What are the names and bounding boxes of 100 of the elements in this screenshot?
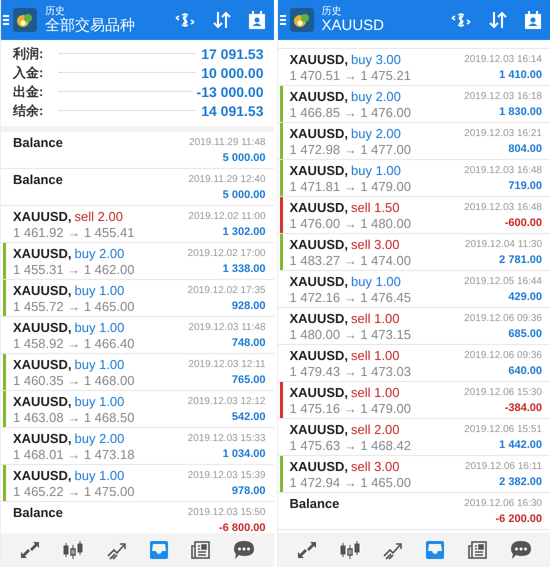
timestamp: 2019.12.05 16:44 [464,275,542,289]
price-range: 1 470.51 → 1 475.21 [290,68,411,84]
inbox-icon[interactable] [424,540,446,560]
timestamp: 2019.12.03 16:48 [464,201,542,215]
price-range: 1 468.01 → 1 473.18 [13,447,134,463]
profit-value: 685.00 [508,327,542,341]
symbol-label: XAUUSD, [290,200,348,216]
chat-bubble-icon[interactable] [510,540,532,560]
profit-value: 1 338.00 [222,262,266,276]
inbox-icon[interactable] [148,540,170,560]
history-row[interactable]: XAUUSD, buy 1.00 1 455.72 → 1 465.00 2019.12.02 17:35 928.00 [1,280,274,317]
order-type: buy 3.00 [351,52,401,68]
currency-exchange-icon[interactable] [174,11,196,29]
summary-value: -13 000.00 [196,84,264,100]
profit-value: -384.00 [504,401,542,415]
balance-label: Balance [13,172,63,188]
history-row[interactable]: XAUUSD, buy 1.00 1 463.08 → 1 468.50 2019.12.03 12:12 542.00 [1,391,274,428]
trade-arrows-icon[interactable] [296,540,318,560]
history-row[interactable]: XAUUSD, buy 2.00 1 472.98 → 1 477.00 2019.12.03 16:21 804.00 [278,123,550,160]
price-range: 1 479.43 → 1 473.03 [290,364,411,380]
symbol-label: XAUUSD, [13,394,72,410]
sort-icon[interactable] [212,11,232,29]
symbol-label: XAUUSD, [290,89,348,105]
profit-value: -6 200.00 [496,512,542,526]
newspaper-icon[interactable] [190,540,212,560]
history-row[interactable]: XAUUSD, sell 2.00 1 461.92 → 1 455.41 2019.12.02 11:00 1 302.00 [1,206,274,243]
balance-label: Balance [13,135,63,151]
menu-icon[interactable] [3,14,9,26]
profit-value: 804.00 [508,142,542,156]
timestamp: 2019.11.29 12:40 [188,173,266,187]
history-row[interactable]: Balance 2019.12.06 16:30 -6 200.00 [278,493,550,530]
order-type: buy 2.00 [74,431,124,447]
chat-bubble-icon[interactable] [233,540,256,560]
profit-value: 1 302.00 [222,225,266,239]
symbol-filter[interactable]: 全部交易品种 [45,17,158,34]
calendar-person-icon[interactable] [524,11,542,29]
symbol-label: XAUUSD, [13,283,72,299]
history-row[interactable]: XAUUSD, buy 2.00 1 466.85 → 1 476.00 2019.12.03 16:18 1 830.00 [278,86,550,123]
symbol-label: XAUUSD, [13,468,72,484]
history-row[interactable]: Balance 2019.11.29 11:48 5 000.00 [1,132,274,169]
timestamp: 2019.12.02 11:00 [188,210,266,224]
history-row[interactable]: XAUUSD, buy 2.00 1 468.01 → 1 473.18 2019.12.03 15:33 1 034.00 [1,428,274,465]
order-type: sell 1.00 [351,348,400,364]
order-type: buy 2.00 [351,126,401,142]
balance-label: Balance [290,496,340,512]
history-row[interactable]: XAUUSD, sell 3.00 1 483.27 → 1 474.00 2019.12.04 11:30 2 781.00 [278,234,550,271]
timestamp: 2019.12.03 12:11 [188,358,266,372]
price-range: 1 475.63 → 1 468.42 [290,438,411,454]
timestamp: 2019.12.06 15:30 [464,386,542,400]
summary-label: 利润: [13,44,44,62]
price-range: 1 480.00 → 1 473.15 [290,327,411,343]
history-row[interactable]: XAUUSD, sell 1.00 1 480.00 → 1 473.15 2019.12.06 09:36 685.00 [278,308,550,345]
timestamp: 2019.12.06 09:36 [464,312,542,326]
sort-icon[interactable] [488,11,508,29]
history-row[interactable]: Balance 2019.11.29 12:40 5 000.00 [1,169,274,206]
candlestick-icon[interactable] [62,540,84,560]
profit-value: 1 442.00 [499,438,542,452]
history-row[interactable]: XAUUSD, buy 1.00 1 472.16 → 1 476.45 2019.12.05 16:44 429.00 [278,271,550,308]
history-row[interactable]: XAUUSD, buy 2.00 1 455.31 → 1 462.00 2019.12.02 17:00 1 338.00 [1,243,274,280]
history-row[interactable]: XAUUSD, sell 1.50 1 476.00 → 1 480.00 2019.12.03 16:48 -600.00 [278,197,550,234]
screen-title: 历史 [45,6,66,18]
history-row[interactable]: XAUUSD, buy 3.00 1 470.51 → 1 475.21 2019.12.03 16:14 1 410.00 [278,49,550,86]
summary-value: 10 000.00 [201,64,264,80]
app-logo-icon [13,8,37,32]
symbol-label: XAUUSD, [290,274,348,290]
calendar-person-icon[interactable] [248,11,266,29]
history-row[interactable]: XAUUSD, buy 1.00 1 471.81 → 1 479.00 2019.12.03 16:48 719.00 [278,160,550,197]
profit-value: 640.00 [508,364,542,378]
trade-arrows-icon[interactable] [19,540,42,560]
newspaper-icon[interactable] [466,540,489,560]
symbol-label: XAUUSD, [13,357,72,373]
history-row[interactable]: XAUUSD, sell 1.00 1 475.16 → 1 479.00 2019.12.06 15:30 -384.00 [278,382,550,419]
timestamp: 2019.12.03 16:48 [464,164,542,178]
symbol-label: XAUUSD, [290,126,348,142]
menu-icon[interactable] [280,14,286,26]
symbol-label: XAUUSD, [290,422,348,438]
profit-value: 542.00 [232,410,266,424]
history-row[interactable]: XAUUSD, sell 1.00 1 479.43 → 1 473.03 2019.12.06 09:36 640.00 [278,345,550,382]
history-row[interactable]: XAUUSD, buy 1.00 1 460.35 → 1 468.00 2019.12.03 12:11 765.00 [1,354,274,391]
trend-chart-icon[interactable] [104,540,127,560]
candlestick-icon[interactable] [338,540,361,560]
timestamp: 2019.12.02 17:35 [188,284,266,298]
history-row[interactable]: XAUUSD, sell 3.00 1 472.94 → 1 465.00 2019.12.06 16:11 2 382.00 [278,456,550,493]
price-range: 1 472.98 → 1 477.00 [290,142,411,158]
order-type: buy 1.00 [74,357,124,373]
profit-value: 2 382.00 [499,475,542,489]
timestamp: 2019.12.06 16:30 [464,497,542,511]
profit-value: 978.00 [232,484,266,498]
history-row[interactable]: XAUUSD, sell 2.00 1 475.63 → 1 468.42 2019.12.06 15:51 1 442.00 [278,419,550,456]
history-row[interactable]: XAUUSD, buy 1.00 1 465.22 → 1 475.00 2019.12.03 15:39 978.00 [1,465,274,502]
order-type: buy 1.00 [74,283,124,299]
order-type: buy 1.00 [351,274,401,290]
trend-chart-icon[interactable] [381,540,404,560]
symbol-filter[interactable]: XAUUSD [322,17,434,34]
timestamp: 2019.12.06 15:51 [464,423,542,437]
currency-exchange-icon[interactable] [450,11,472,29]
history-row[interactable]: XAUUSD, buy 1.00 1 458.92 → 1 466.40 2019.12.03 11:48 748.00 [1,317,274,354]
profit-value: 1 034.00 [222,447,266,461]
profit-value: 928.00 [232,299,266,313]
price-range: 1 460.35 → 1 468.00 [13,373,134,389]
